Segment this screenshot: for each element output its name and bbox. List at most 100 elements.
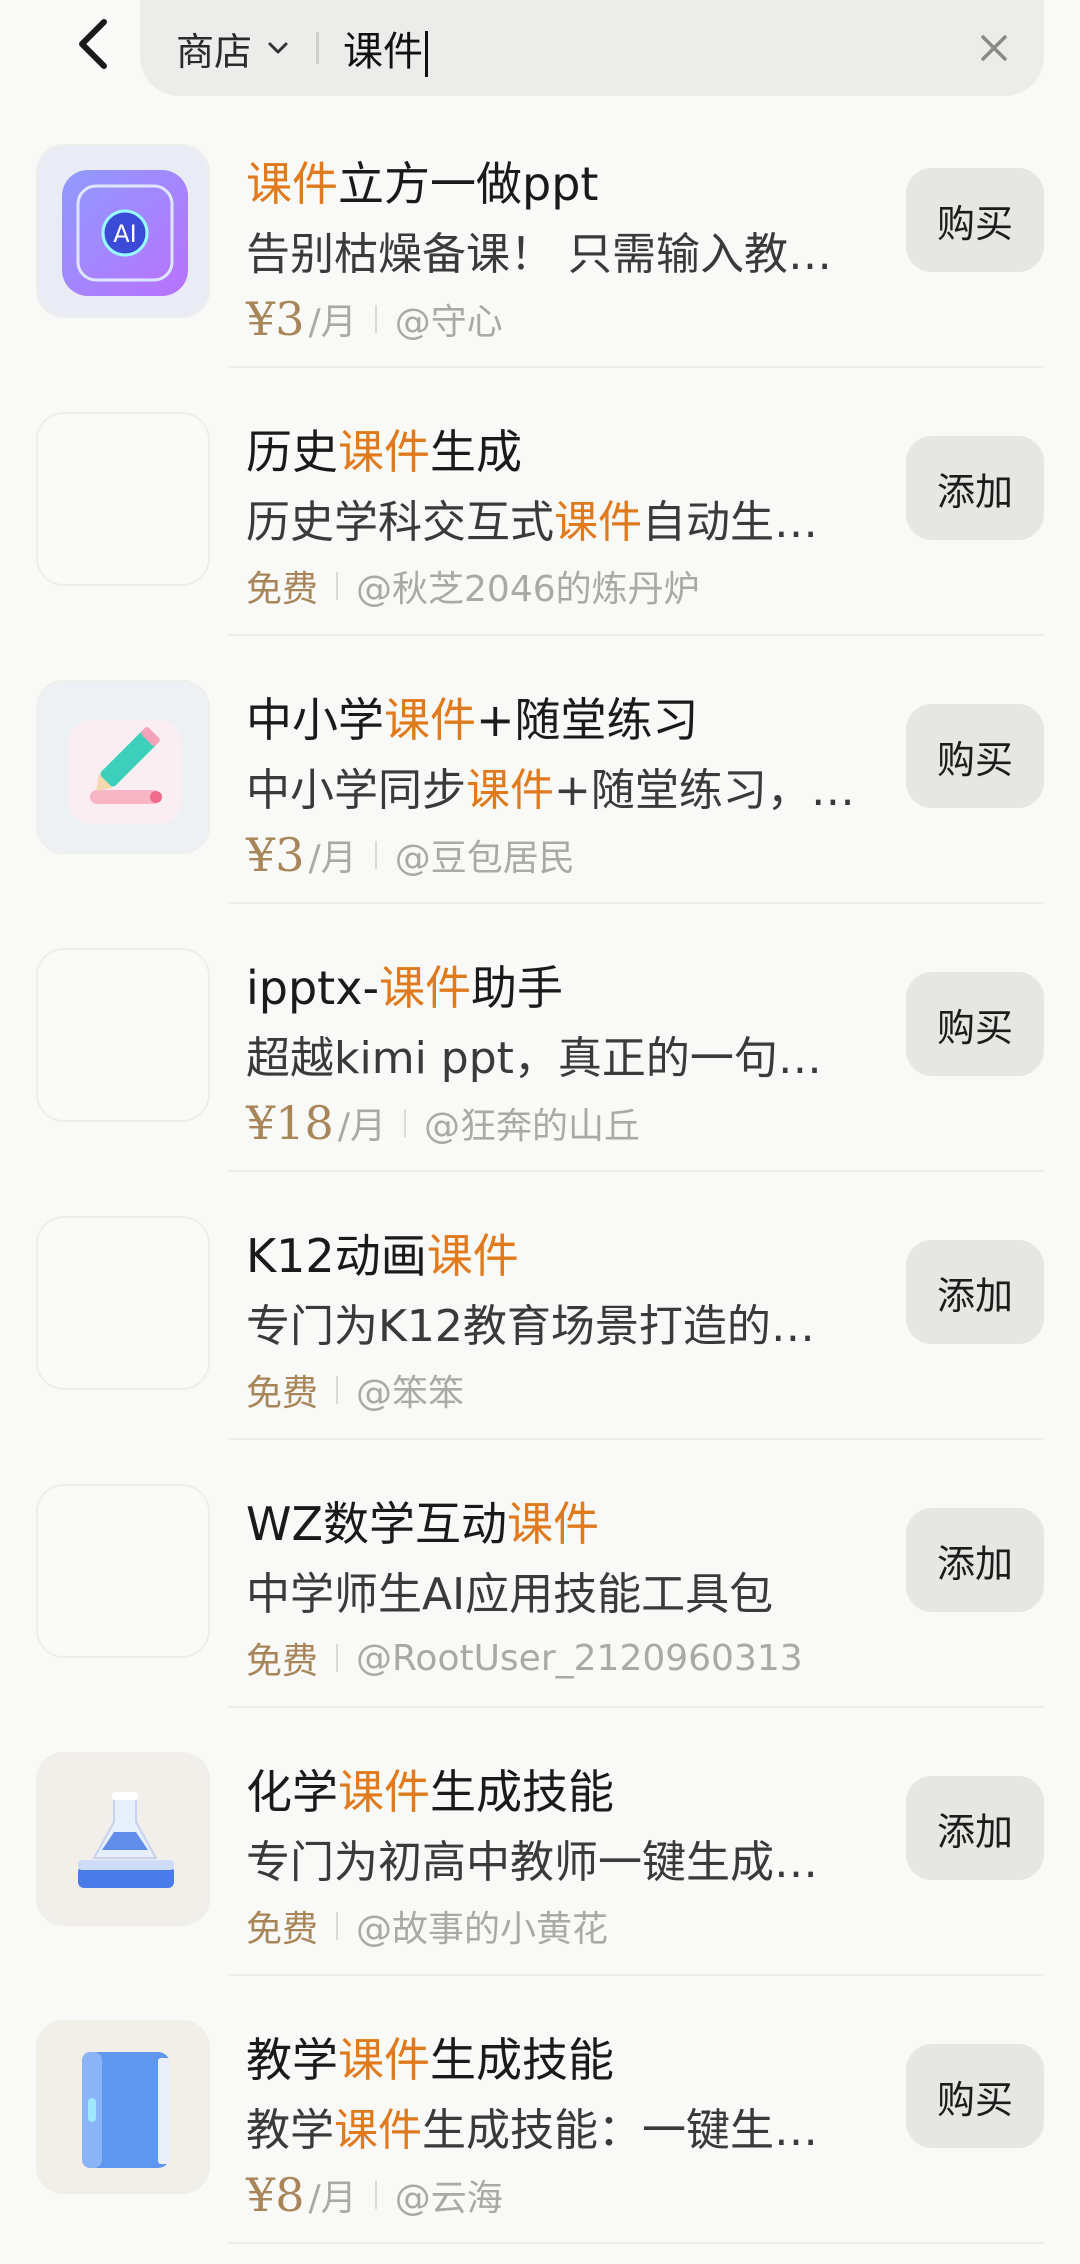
title-highlight: 课件 bbox=[426, 1229, 519, 1283]
desc-segment: 历史学科交互式 bbox=[246, 497, 554, 548]
author-name[interactable]: @守心 bbox=[395, 293, 503, 345]
search-input[interactable]: 课件 bbox=[343, 19, 429, 77]
meta-separator bbox=[336, 1644, 339, 1672]
title-segment: 历史 bbox=[246, 425, 338, 479]
desc-segment: 教学 bbox=[246, 2105, 334, 2156]
item-meta: 免费 @秋芝2046的炼丹炉 bbox=[246, 560, 700, 612]
author-name[interactable]: @云海 bbox=[395, 2169, 503, 2221]
list-item[interactable]: 历史课件生成 历史学科交互式课件自动生… 免费 @秋芝2046的炼丹炉 添加 bbox=[0, 368, 1080, 636]
title-highlight: 课件 bbox=[379, 961, 472, 1015]
title-highlight: 课件 bbox=[338, 1765, 430, 1819]
divider bbox=[228, 2242, 1044, 2244]
item-meta: ¥8/月 @云海 bbox=[246, 2168, 503, 2222]
free-label: 免费 bbox=[246, 1641, 319, 1682]
list-item[interactable]: 中小学课件+随堂练习 中小学同步课件+随堂练习，… ¥3/月 @豆包居民 购买 bbox=[0, 636, 1080, 904]
title-segment: 中小学 bbox=[246, 693, 384, 747]
text-cursor bbox=[425, 31, 429, 77]
desc-segment: 中学师生AI应用技能工具包 bbox=[246, 1569, 774, 1620]
author-name[interactable]: @豆包居民 bbox=[395, 829, 575, 881]
title-segment: 生成技能 bbox=[430, 1765, 614, 1819]
desc-segment: 自动生… bbox=[642, 497, 818, 548]
desc-segment: 超越kimi ppt，真正的一句… bbox=[246, 1033, 822, 1084]
title-segment: 助手 bbox=[471, 961, 564, 1015]
title-highlight: 课件 bbox=[338, 425, 430, 479]
item-title: 中小学课件+随堂练习 bbox=[246, 684, 699, 750]
item-description: 中小学同步课件+随堂练习，… bbox=[246, 754, 855, 818]
item-title: 历史课件生成 bbox=[246, 416, 522, 482]
title-segment: K12动画 bbox=[246, 1229, 427, 1283]
price-unit: /月 bbox=[308, 838, 357, 879]
desc-segment: +随堂练习，… bbox=[554, 765, 855, 816]
list-item[interactable]: 化学课件生成技能专门为初高中教师一键生成… 免费 @故事的小黄花 添加 bbox=[0, 1708, 1080, 1976]
title-segment: WZ数学互动 bbox=[246, 1497, 507, 1551]
free-label: 免费 bbox=[246, 1909, 319, 1950]
back-button[interactable] bbox=[64, 14, 124, 74]
desc-segment: 专门为K12教育场景打造的… bbox=[246, 1301, 815, 1352]
search-query-text: 课件 bbox=[343, 29, 424, 75]
app-icon-placeholder bbox=[36, 412, 210, 586]
item-description: 超越kimi ppt，真正的一句… bbox=[246, 1022, 822, 1086]
svg-text:AI: AI bbox=[113, 220, 137, 248]
buy-button[interactable]: 购买 bbox=[906, 704, 1044, 808]
item-description: 教学课件生成技能：一键生… bbox=[246, 2094, 818, 2158]
meta-separator bbox=[374, 305, 377, 333]
author-name[interactable]: @秋芝2046的炼丹炉 bbox=[356, 560, 700, 612]
title-segment: 生成技能 bbox=[430, 2033, 614, 2087]
list-item[interactable]: K12动画课件专门为K12教育场景打造的… 免费 @笨笨 添加 bbox=[0, 1172, 1080, 1440]
add-button[interactable]: 添加 bbox=[906, 1776, 1044, 1880]
buy-button[interactable]: 购买 bbox=[906, 2044, 1044, 2148]
search-scope-selector[interactable]: 商店 bbox=[176, 21, 252, 76]
list-item[interactable]: WZ数学互动课件中学师生AI应用技能工具包免费 @RootUser_2120960… bbox=[0, 1440, 1080, 1708]
author-name[interactable]: @狂奔的山丘 bbox=[424, 1097, 640, 1149]
item-meta: ¥18/月 @狂奔的山丘 bbox=[246, 1096, 640, 1150]
search-bar[interactable]: 商店 课件 bbox=[140, 0, 1044, 96]
item-title: ipptx-课件助手 bbox=[246, 952, 563, 1018]
meta-separator bbox=[374, 2181, 377, 2209]
meta-separator bbox=[336, 1912, 339, 1940]
item-meta: ¥3/月 @守心 bbox=[246, 292, 503, 346]
add-button[interactable]: 添加 bbox=[906, 436, 1044, 540]
buy-button[interactable]: 购买 bbox=[906, 168, 1044, 272]
desc-highlight: 课件 bbox=[334, 2105, 422, 2156]
author-name[interactable]: @故事的小黄花 bbox=[356, 1900, 608, 1952]
free-label: 免费 bbox=[246, 569, 319, 610]
meta-separator bbox=[374, 841, 377, 869]
chevron-down-icon[interactable] bbox=[266, 36, 290, 60]
price-unit: /月 bbox=[308, 302, 357, 343]
list-item[interactable]: 教学课件生成技能 教学课件生成技能：一键生… ¥8/月 @云海 购买 bbox=[0, 1976, 1080, 2244]
item-description: 专门为K12教育场景打造的… bbox=[246, 1290, 815, 1354]
book-icon bbox=[36, 2020, 210, 2194]
top-bar: 商店 课件 bbox=[0, 0, 1080, 100]
title-highlight: 课件 bbox=[507, 1497, 599, 1551]
item-title: K12动画课件 bbox=[246, 1220, 519, 1286]
free-label: 免费 bbox=[246, 1373, 319, 1414]
clear-search-button[interactable] bbox=[970, 24, 1018, 72]
title-segment: 化学 bbox=[246, 1765, 338, 1819]
title-highlight: 课件 bbox=[246, 157, 338, 211]
item-description: 专门为初高中教师一键生成… bbox=[246, 1826, 818, 1890]
desc-highlight: 课件 bbox=[466, 765, 554, 816]
list-item[interactable]: ipptx-课件助手超越kimi ppt，真正的一句… ¥18/月 @狂奔的山丘 购买 bbox=[0, 904, 1080, 1172]
add-button[interactable]: 添加 bbox=[906, 1508, 1044, 1612]
price: ¥3 bbox=[246, 292, 305, 346]
author-name[interactable]: @笨笨 bbox=[356, 1364, 464, 1416]
desc-segment: 生成技能：一键生… bbox=[422, 2105, 818, 2156]
close-icon bbox=[981, 35, 1007, 61]
add-button[interactable]: 添加 bbox=[906, 1240, 1044, 1344]
pencil-tablet-icon bbox=[36, 680, 210, 854]
buy-button[interactable]: 购买 bbox=[906, 972, 1044, 1076]
item-meta: 免费 @故事的小黄花 bbox=[246, 1900, 608, 1952]
list-item[interactable]: AI 课件立方一做ppt 告别枯燥备课！ 只需输入教… ¥3/月 @守心 购买 bbox=[0, 100, 1080, 368]
price: ¥3 bbox=[246, 828, 305, 882]
item-description: 历史学科交互式课件自动生… bbox=[246, 486, 818, 550]
meta-separator bbox=[336, 1376, 339, 1404]
app-icon-placeholder bbox=[36, 948, 210, 1122]
item-meta: 免费 @RootUser_2120960313 bbox=[246, 1632, 803, 1684]
author-name[interactable]: @RootUser_2120960313 bbox=[356, 1638, 803, 1679]
title-highlight: 课件 bbox=[384, 693, 476, 747]
meta-separator bbox=[336, 572, 339, 600]
price-unit: /月 bbox=[308, 2178, 357, 2219]
item-meta: ¥3/月 @豆包居民 bbox=[246, 828, 575, 882]
search-separator bbox=[316, 32, 320, 64]
desc-segment: 中小学同步 bbox=[246, 765, 466, 816]
